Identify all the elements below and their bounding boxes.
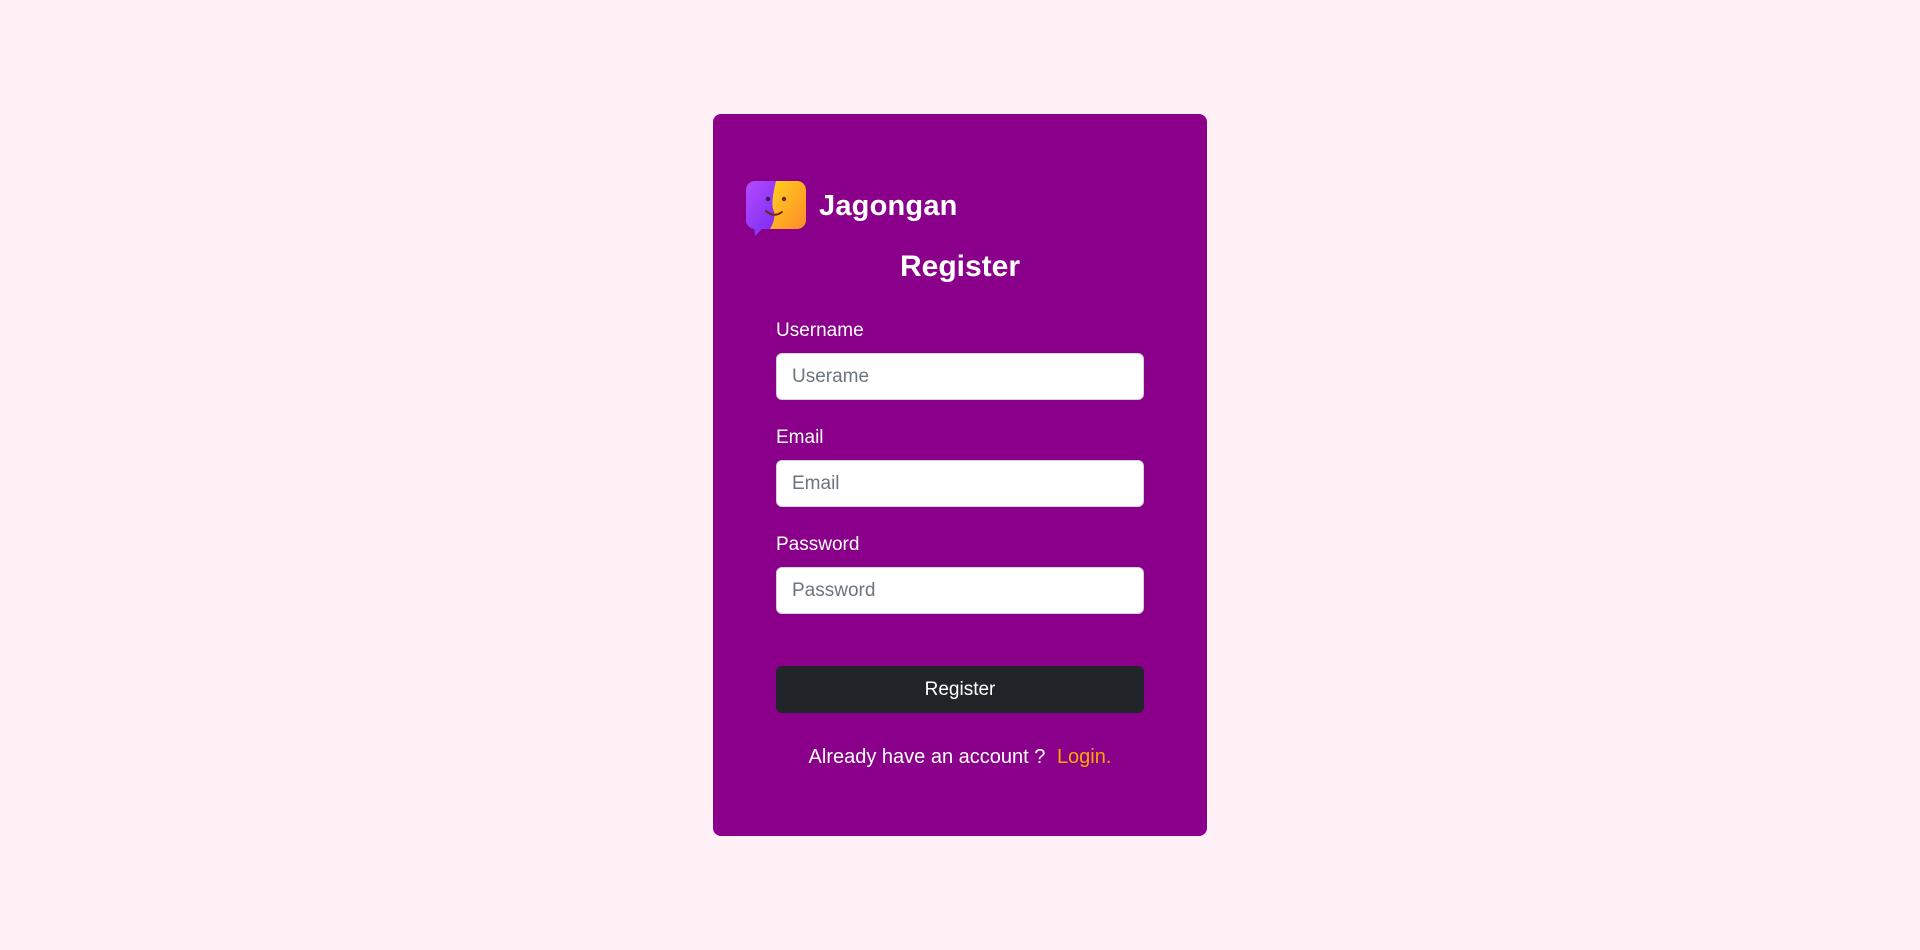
- login-prompt: Already have an account ? Login.: [713, 746, 1207, 769]
- login-link[interactable]: Login.: [1057, 746, 1112, 768]
- username-label: Username: [776, 320, 864, 341]
- email-label: Email: [776, 427, 824, 448]
- email-input[interactable]: [776, 460, 1144, 507]
- page-title: Register: [899, 250, 1021, 283]
- brand-name: Jagongan: [819, 189, 958, 222]
- password-input[interactable]: [776, 567, 1144, 614]
- username-input[interactable]: [776, 353, 1144, 400]
- email-field-group: Email: [776, 426, 1144, 507]
- register-button[interactable]: Register: [776, 666, 1144, 713]
- register-form: Username Email Password: [776, 319, 1144, 614]
- username-field-group: Username: [776, 319, 1144, 400]
- password-label: Password: [776, 534, 860, 555]
- login-prompt-text: Already have an account ?: [808, 746, 1046, 768]
- register-card: Jagongan Register Username Email Passwor…: [713, 114, 1207, 836]
- brand: Jagongan: [746, 181, 958, 237]
- chat-face-icon: [746, 181, 806, 236]
- password-field-group: Password: [776, 533, 1144, 614]
